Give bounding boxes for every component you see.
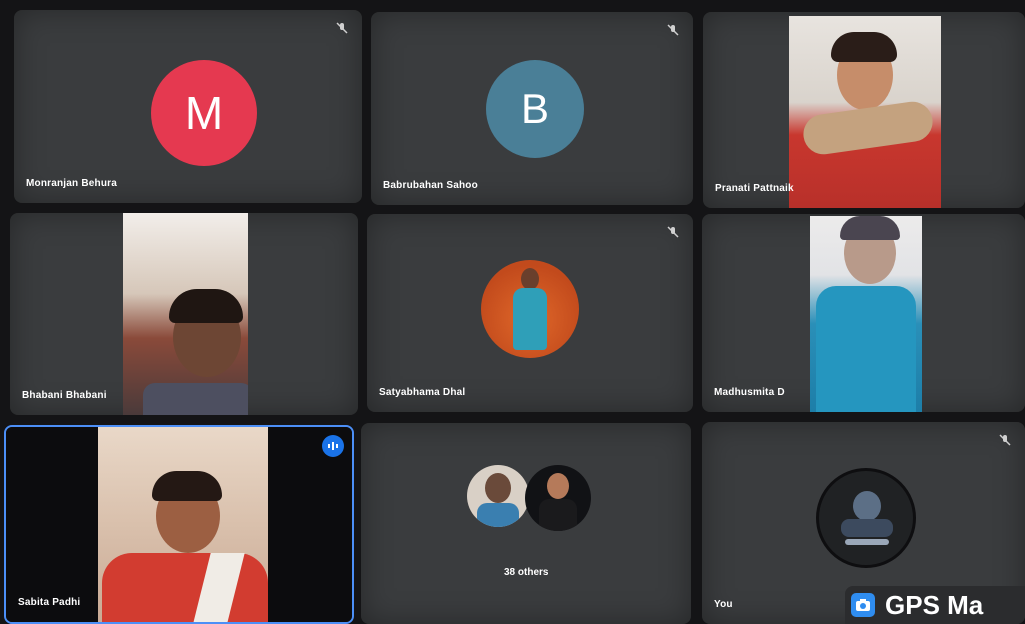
participant-video [123, 213, 248, 415]
participant-name: You [714, 599, 733, 610]
avatar: M [151, 60, 257, 166]
avatar [816, 468, 916, 568]
mic-muted-icon [667, 24, 679, 36]
participant-tile-babrubahan[interactable]: B Babrubahan Sahoo [371, 12, 693, 205]
participant-video [6, 427, 352, 622]
avatar: B [486, 60, 584, 158]
participant-tile-satyabhama[interactable]: Satyabhama Dhal [367, 214, 693, 412]
participant-tile-others[interactable]: 38 others [361, 423, 691, 624]
participant-name: Pranati Pattnaik [715, 183, 794, 194]
participant-tile-pranati[interactable]: Pranati Pattnaik [703, 12, 1025, 208]
gps-badge-text: GPS Ma [885, 589, 984, 620]
participant-name: Satyabhama Dhal [379, 387, 466, 398]
participant-name: Bhabani Bhabani [22, 390, 107, 401]
participant-tile-madhusmita[interactable]: Madhusmita D [702, 214, 1025, 412]
others-avatar-2 [525, 465, 591, 531]
participant-video [789, 16, 941, 208]
speaking-indicator-icon [322, 435, 344, 457]
mic-muted-icon [999, 434, 1011, 446]
others-count-label: 38 others [504, 567, 549, 578]
participant-name: Babrubahan Sahoo [383, 180, 478, 191]
participant-name: Sabita Padhi [18, 597, 81, 608]
participant-tile-you[interactable]: You GPS Ma [702, 422, 1025, 624]
participant-tile-bhabani[interactable]: Bhabani Bhabani [10, 213, 358, 415]
participant-tile-monranjan[interactable]: M Monranjan Behura [14, 10, 362, 203]
gps-map-camera-badge: GPS Ma [845, 586, 1025, 624]
mic-muted-icon [336, 22, 348, 34]
participant-name: Madhusmita D [714, 387, 785, 398]
others-avatar-1 [467, 465, 529, 527]
participant-name: Monranjan Behura [26, 178, 117, 189]
avatar [481, 260, 579, 358]
camera-icon [851, 593, 875, 617]
mic-muted-icon [667, 226, 679, 238]
participant-video [810, 216, 922, 412]
participant-tile-sabita[interactable]: Sabita Padhi [4, 425, 354, 624]
